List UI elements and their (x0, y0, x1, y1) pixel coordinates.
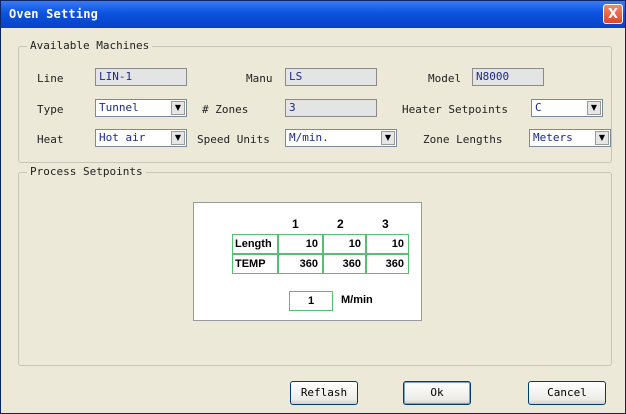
chevron-down-icon[interactable]: ▼ (171, 101, 185, 115)
type-label: Type (37, 103, 64, 116)
model-field[interactable]: N8000 (472, 68, 544, 86)
heat-select-value: Hot air (99, 131, 146, 144)
line-label: Line (37, 72, 64, 85)
length-cell-1[interactable]: 10 (278, 234, 323, 254)
ok-button[interactable]: Ok (403, 381, 471, 405)
zones-label: # Zones (202, 103, 249, 116)
column-header: 1 (292, 217, 299, 231)
length-cell-3[interactable]: 10 (366, 234, 409, 254)
speed-input[interactable]: 1 (289, 291, 333, 311)
type-select[interactable]: Tunnel ▼ (95, 99, 187, 117)
refresh-button[interactable]: Reflash (290, 381, 358, 405)
type-select-value: Tunnel (99, 101, 139, 114)
heat-select[interactable]: Hot air ▼ (95, 129, 187, 147)
heater-setpoints-label: Heater Setpoints (402, 103, 508, 116)
model-label: Model (428, 72, 462, 85)
manu-field[interactable]: LS (285, 68, 377, 86)
chevron-down-icon[interactable]: ▼ (171, 131, 185, 145)
process-setpoints-legend: Process Setpoints (27, 165, 146, 178)
speed-units-select[interactable]: M/min. ▼ (285, 129, 397, 147)
chevron-down-icon[interactable]: ▼ (595, 131, 609, 145)
temp-cell-1[interactable]: 360 (278, 254, 323, 274)
zone-lengths-label: Zone Lengths (423, 133, 503, 146)
length-cell-2[interactable]: 10 (323, 234, 366, 254)
speed-unit-label: M/min (341, 294, 373, 306)
temp-cell-3[interactable]: 360 (366, 254, 409, 274)
cancel-button[interactable]: Cancel (528, 381, 606, 405)
speed-units-label: Speed Units (197, 133, 270, 146)
row-header-temp: TEMP (232, 254, 278, 274)
column-header: 3 (382, 217, 389, 231)
title-bar: Oven Setting X (1, 1, 625, 28)
window-title: Oven Setting (9, 7, 99, 21)
heater-setpoints-value: C (535, 101, 542, 114)
heater-setpoints-select[interactable]: C ▼ (531, 99, 603, 117)
chevron-down-icon[interactable]: ▼ (587, 101, 601, 115)
available-machines-legend: Available Machines (27, 39, 153, 52)
row-header-length: Length (232, 234, 278, 254)
speed-units-value: M/min. (289, 131, 329, 144)
temp-cell-2[interactable]: 360 (323, 254, 366, 274)
zones-field[interactable]: 3 (285, 99, 377, 117)
manu-label: Manu (246, 72, 273, 85)
column-header: 2 (337, 217, 344, 231)
zone-lengths-value: Meters (533, 131, 573, 144)
close-icon[interactable]: X (603, 4, 623, 24)
chevron-down-icon[interactable]: ▼ (381, 131, 395, 145)
oven-setting-dialog: Oven Setting X Available Machines Line L… (0, 0, 626, 414)
heat-label: Heat (37, 133, 64, 146)
line-field[interactable]: LIN-1 (95, 68, 187, 86)
zone-lengths-select[interactable]: Meters ▼ (529, 129, 611, 147)
